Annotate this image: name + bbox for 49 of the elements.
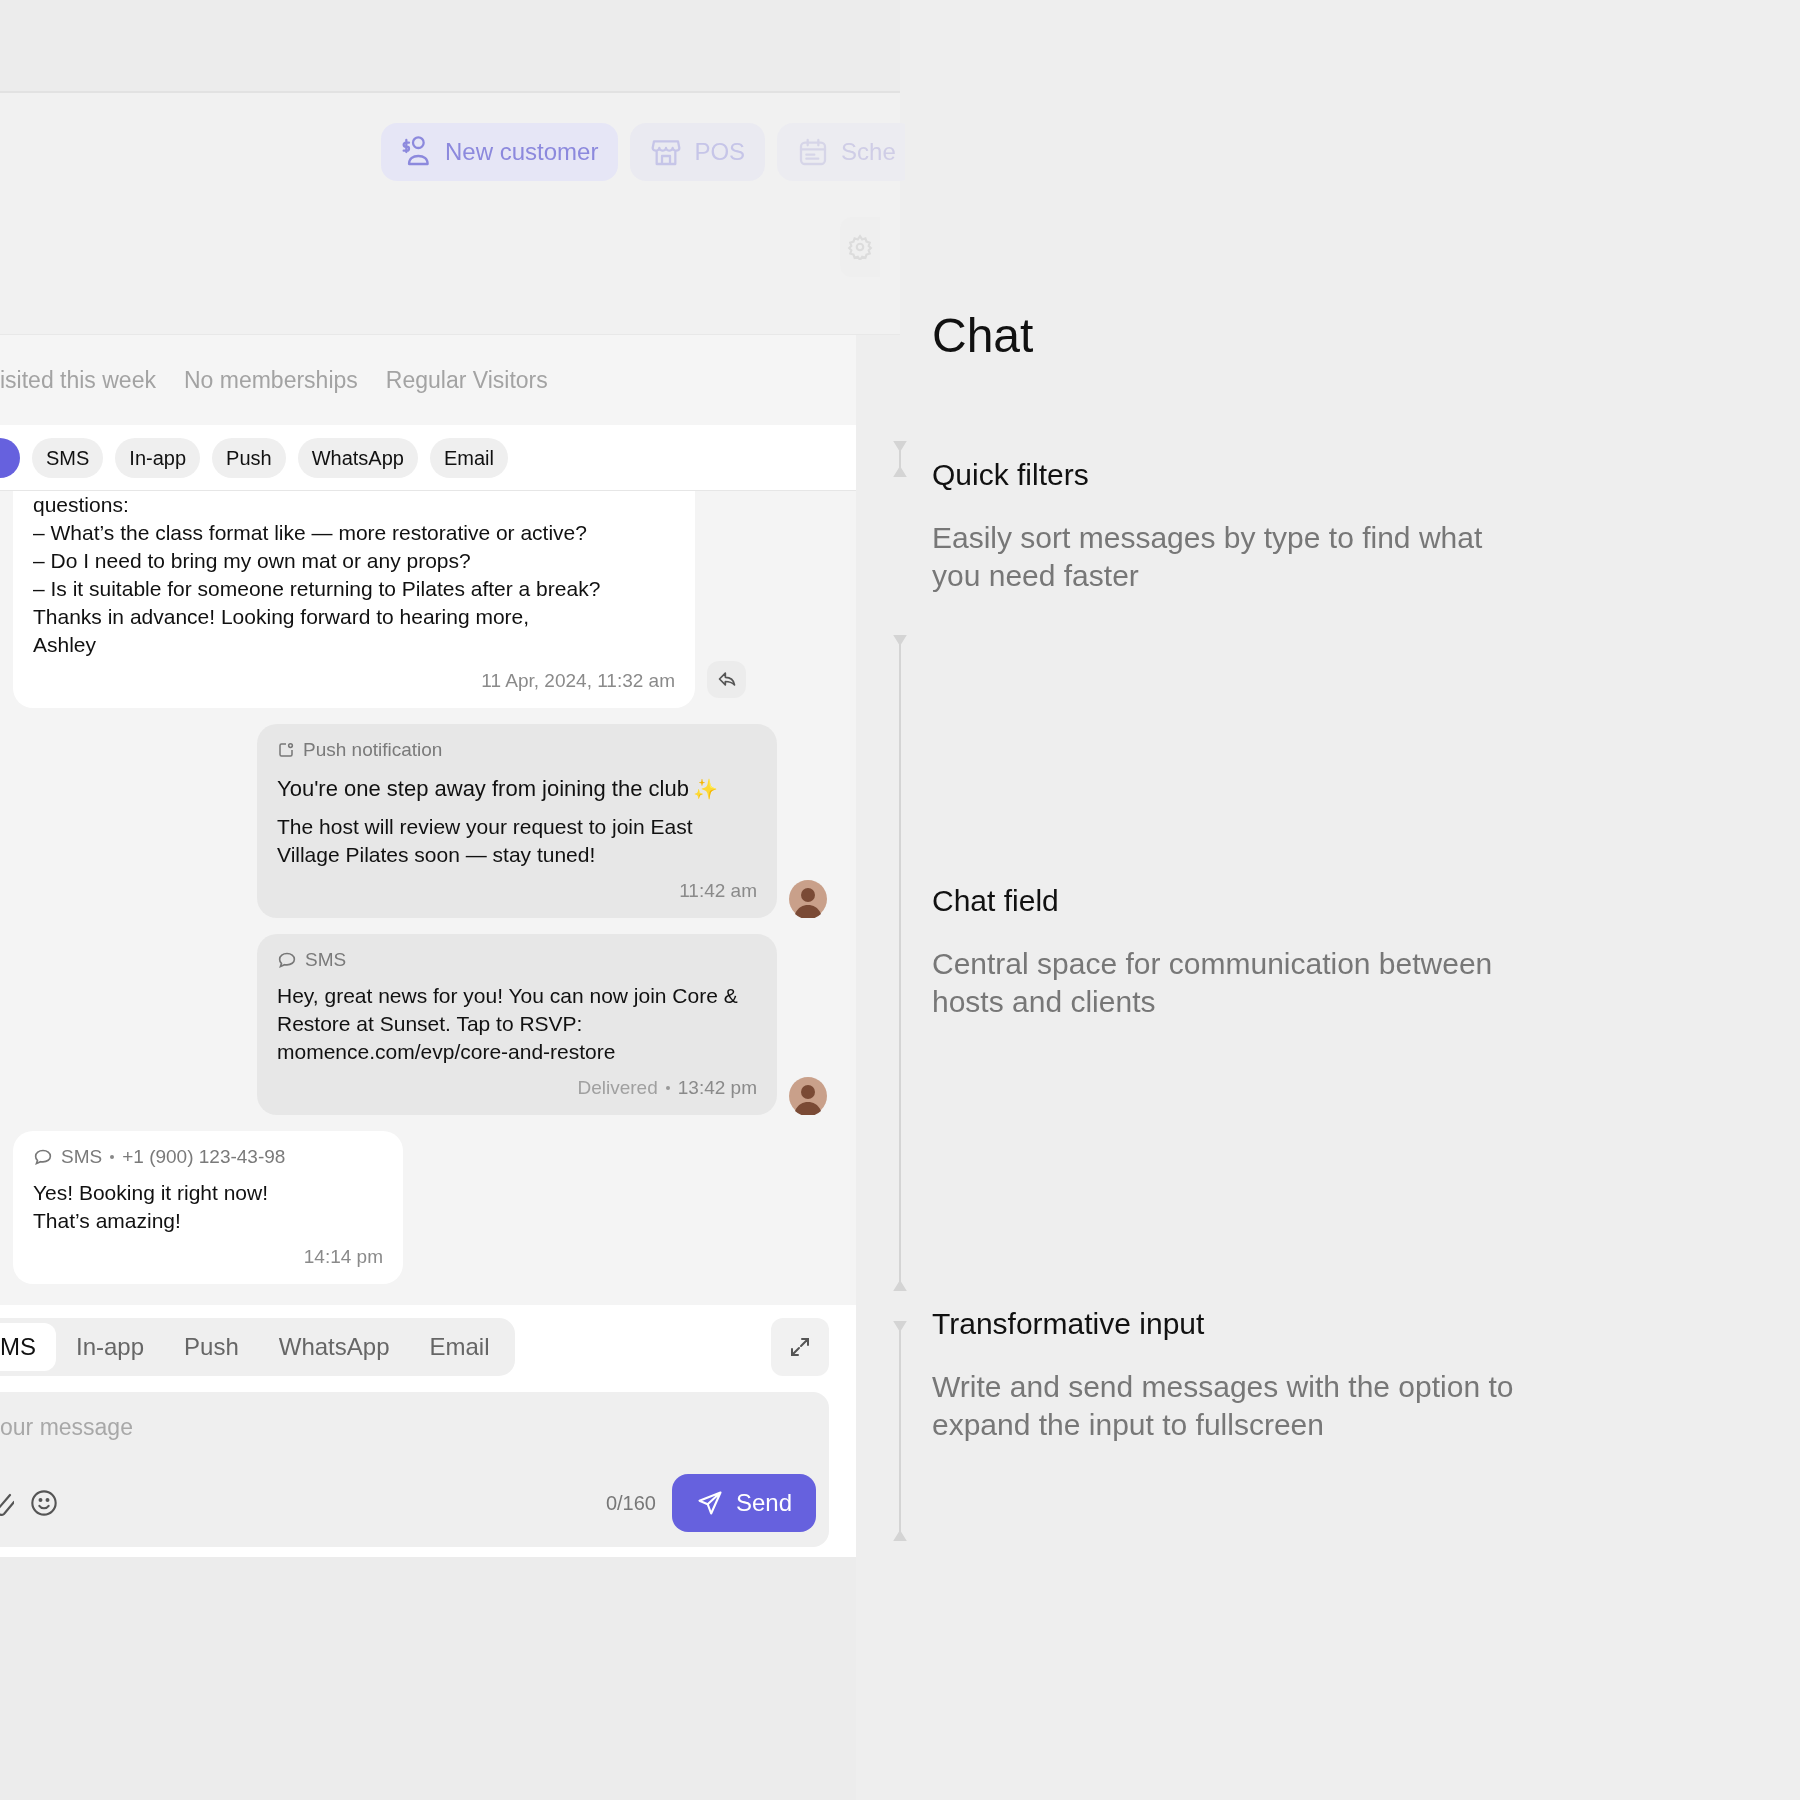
section-description: Easily sort messages by type to find what you need faster — [932, 520, 1484, 594]
expand-icon — [788, 1335, 812, 1359]
filter-chip[interactable]: Email — [429, 437, 508, 478]
avatar — [789, 879, 827, 918]
send-button[interactable]: Send — [671, 1474, 816, 1532]
section-heading: Transformative input — [932, 1306, 1206, 1342]
reply-button[interactable] — [707, 660, 746, 698]
section-heading: Quick filters — [932, 457, 1090, 493]
message-time: 11 Apr, 2024, 11:32 am — [481, 669, 675, 693]
sparkle-icon: ✨ — [692, 773, 718, 804]
filter-chip[interactable]: WhatsApp — [297, 437, 418, 478]
notification-icon — [277, 740, 295, 759]
channel-tab[interactable]: WhatsApp — [258, 1323, 410, 1371]
speech-bubble-icon — [33, 1147, 53, 1166]
send-icon — [695, 1489, 724, 1517]
message-time: 13:42 pm — [677, 1076, 757, 1100]
message-time: 11:42 am — [679, 879, 757, 903]
channel-tab[interactable]: Email — [409, 1323, 510, 1371]
channel-label: SMS — [305, 947, 347, 972]
message-input[interactable]: our message 0/160 Send — [0, 1392, 829, 1547]
message-text: Yes! Booking it right now! That’s amazing! — [33, 1180, 270, 1234]
channel-label: Push notification — [303, 737, 443, 762]
reply-icon — [716, 670, 737, 688]
message-text: The host will review your request to join East Village Pilates soon — stay tuned! — [277, 814, 694, 868]
speech-bubble-icon — [277, 950, 297, 969]
delivery-status: Delivered — [577, 1076, 658, 1100]
message-time: 14:14 pm — [303, 1245, 383, 1269]
message-title: You're one step away from joining the club — [277, 775, 689, 803]
character-counter: 0/160 — [605, 1491, 656, 1516]
filter-chip[interactable]: SMS — [32, 437, 104, 478]
section-description: Write and send messages with the option to expand the input to fullscreen — [932, 1369, 1515, 1443]
avatar — [789, 1076, 827, 1115]
page-title: Chat — [932, 312, 1035, 360]
message-text: questions: – What’s the class format like — more restorative or active? – Do I need to bring my own mat or any props? – Is it suitable for someone returning to Pilates after a break? Thanks in advance! Looking forward to hearing more, Ashley — [33, 492, 602, 658]
channel-tab[interactable]: In-app — [56, 1323, 165, 1371]
channel-tab[interactable]: Push — [164, 1323, 259, 1371]
sender-number: +1 (900) 123-43-98 — [122, 1144, 286, 1169]
section-description: Central space for communication between hosts and clients — [932, 946, 1494, 1020]
toolbar-button[interactable]: New customer — [381, 123, 619, 181]
emoji-icon[interactable] — [30, 1489, 58, 1517]
channel-tab[interactable]: MS — [0, 1323, 56, 1371]
section-heading: Chat field — [932, 883, 1060, 919]
channel-label: SMS — [61, 1144, 103, 1169]
expand-button[interactable] — [771, 1318, 829, 1376]
bracket-line — [893, 441, 907, 477]
message-text: Hey, great news for you! You can now join Core & Restore at Sunset. Tap to RSVP: momence.com/evp/core-and-restore — [277, 983, 739, 1065]
filter-chip[interactable]: In-app — [115, 437, 201, 478]
filter-chip[interactable] — [0, 437, 20, 478]
filter-chip[interactable]: Push — [212, 437, 286, 478]
